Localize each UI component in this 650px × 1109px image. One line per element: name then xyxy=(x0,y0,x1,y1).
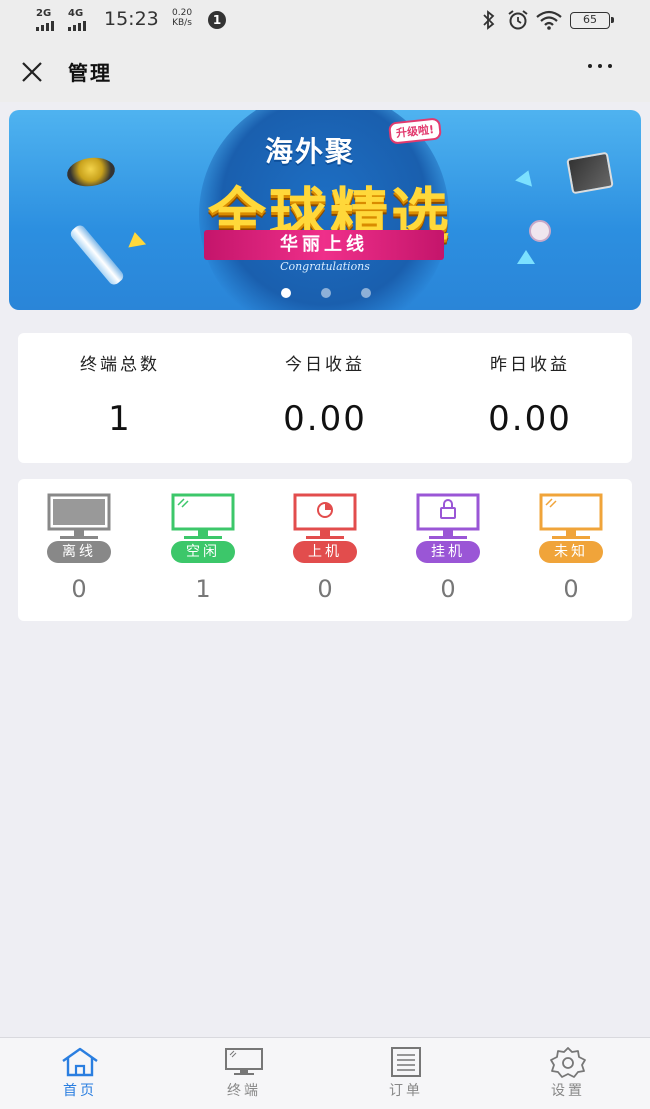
carousel-dot[interactable] xyxy=(281,288,291,298)
status-pill: 挂机 xyxy=(416,541,480,563)
close-icon[interactable] xyxy=(20,60,44,84)
status-pill: 离线 xyxy=(47,541,111,563)
monitor-offline-icon xyxy=(47,493,111,539)
status-unknown[interactable]: 未知 0 xyxy=(521,493,621,603)
notification-badge: 1 xyxy=(208,11,226,29)
status-pill: 空闲 xyxy=(171,541,235,563)
monitor-idle-icon xyxy=(171,493,235,539)
page-title: 管理 xyxy=(68,61,112,85)
status-count: 1 xyxy=(195,575,211,603)
network-speed: 0.20 KB/s xyxy=(172,8,192,28)
bottom-tab-bar: 首页 终端 订单 设置 xyxy=(0,1037,650,1109)
status-online[interactable]: 上机 0 xyxy=(275,493,375,603)
banner-subtitle: 海外聚 xyxy=(264,135,355,168)
status-offline[interactable]: 离线 0 xyxy=(29,493,129,603)
status-count: 0 xyxy=(440,575,456,603)
network-type-2: 4G xyxy=(68,8,84,19)
status-count: 0 xyxy=(71,575,87,603)
carousel-dot[interactable] xyxy=(321,288,331,298)
stat-value: 0.00 xyxy=(488,399,572,439)
stat-today-earnings[interactable]: 今日收益 0.00 xyxy=(223,333,427,439)
banner-tagline: Congratulations xyxy=(280,260,370,273)
alarm-icon xyxy=(508,10,528,30)
stat-label: 今日收益 xyxy=(285,355,365,375)
tab-label: 设置 xyxy=(551,1083,585,1099)
stat-label: 昨日收益 xyxy=(490,355,570,375)
stat-total-terminals[interactable]: 终端总数 1 xyxy=(18,333,222,439)
tab-label: 订单 xyxy=(389,1083,423,1099)
stat-value: 1 xyxy=(108,399,132,439)
home-icon xyxy=(62,1047,98,1077)
gear-icon xyxy=(550,1047,586,1078)
carousel-indicator[interactable] xyxy=(281,288,371,298)
status-count: 0 xyxy=(317,575,333,603)
tab-label: 终端 xyxy=(227,1083,261,1099)
tab-settings[interactable]: 设置 xyxy=(518,1046,618,1100)
more-menu-icon[interactable] xyxy=(588,64,612,68)
network-speed-unit: KB/s xyxy=(172,18,192,28)
promo-banner[interactable]: 海外聚 升级啦! 全球精选 华丽上线 Congratulations xyxy=(9,110,641,310)
stat-value: 0.00 xyxy=(283,399,367,439)
wifi-icon xyxy=(536,10,562,30)
signal-4g-icon: 4G xyxy=(68,9,86,31)
tab-label: 首页 xyxy=(63,1083,97,1099)
tab-orders[interactable]: 订单 xyxy=(356,1046,456,1100)
network-speed-value: 0.20 xyxy=(172,8,193,18)
terminal-status-card: 离线 0 空闲 1 上机 0 挂机 0 未知 0 xyxy=(18,479,632,621)
monitor-online-icon xyxy=(293,493,357,539)
status-pill: 上机 xyxy=(293,541,357,563)
monitor-locked-icon xyxy=(416,493,480,539)
nav-bar: 管理 xyxy=(0,40,650,102)
network-type-1: 2G xyxy=(36,8,52,19)
banner-ribbon: 华丽上线 xyxy=(204,230,444,260)
stat-label: 终端总数 xyxy=(80,355,160,375)
bluetooth-icon xyxy=(483,10,495,30)
status-time: 15:23 xyxy=(104,8,159,30)
document-icon xyxy=(391,1047,421,1077)
earnings-summary-card: 终端总数 1 今日收益 0.00 昨日收益 0.00 xyxy=(18,333,632,463)
monitor-unknown-icon xyxy=(539,493,603,539)
status-bar: 2G 4G 15:23 0.20 KB/s 1 65 xyxy=(0,0,650,40)
status-pill: 未知 xyxy=(539,541,603,563)
stat-yesterday-earnings[interactable]: 昨日收益 0.00 xyxy=(428,333,632,439)
status-count: 0 xyxy=(563,575,579,603)
signal-2g-icon: 2G xyxy=(36,9,54,31)
status-idle[interactable]: 空闲 1 xyxy=(153,493,253,603)
carousel-dot[interactable] xyxy=(361,288,371,298)
tab-home[interactable]: 首页 xyxy=(30,1046,130,1100)
battery-indicator: 65 xyxy=(570,12,614,29)
status-hang[interactable]: 挂机 0 xyxy=(398,493,498,603)
tab-terminals[interactable]: 终端 xyxy=(194,1046,294,1100)
monitor-icon xyxy=(225,1048,263,1075)
